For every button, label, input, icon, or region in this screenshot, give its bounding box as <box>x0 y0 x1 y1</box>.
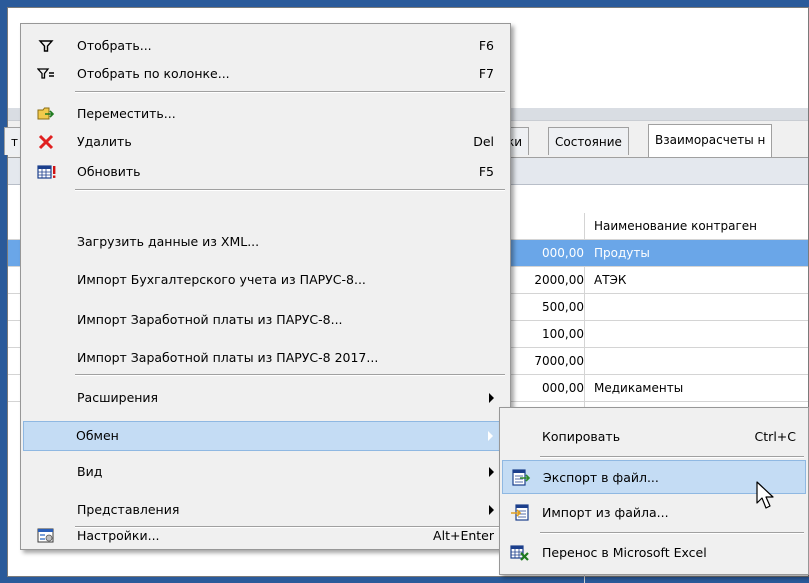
tab-state[interactable]: Состояние <box>548 127 629 155</box>
submenu-arrow-icon <box>489 467 494 477</box>
menu-separator <box>75 189 505 191</box>
submenu-item-label: Перенос в Microsoft Excel <box>542 545 707 560</box>
menu-item-delete[interactable]: Удалить Del <box>23 128 508 156</box>
menu-item-shortcut: F6 <box>478 38 494 53</box>
submenu-item-label: Экспорт в файл... <box>543 470 659 485</box>
menu-separator <box>75 91 505 93</box>
export-file-icon <box>511 469 531 487</box>
submenu-arrow-icon <box>489 505 494 515</box>
submenu-item-copy[interactable]: Копировать Ctrl+C <box>502 420 806 454</box>
submenu-arrow-icon <box>489 393 494 403</box>
tab-settlements[interactable]: Взаиморасчеты н <box>648 124 773 157</box>
delete-x-icon <box>37 133 55 151</box>
menu-item-label: Обновить <box>77 164 141 179</box>
import-file-icon <box>510 504 530 522</box>
mouse-cursor-icon <box>756 481 774 509</box>
menu-item-label: Представления <box>77 502 180 517</box>
menu-separator <box>75 374 505 376</box>
menu-item-move[interactable]: Переместить... <box>23 100 508 128</box>
menu-item-label: Расширения <box>77 390 159 405</box>
column-header-counterparty[interactable]: Наименование контраген <box>594 213 757 239</box>
cell-counterparty: Медикаменты <box>594 381 684 395</box>
menu-item-label: Вид <box>77 464 103 479</box>
menu-item-shortcut: Del <box>473 134 494 149</box>
menu-item-label: Загрузить данные из XML... <box>77 234 260 249</box>
menu-item-label: Настройки... <box>77 528 160 543</box>
menu-item-shortcut: F7 <box>478 66 494 81</box>
menu-item-exchange[interactable]: Обмен <box>23 421 508 451</box>
menu-item-label: Импорт Заработной платы из ПАРУС-8 2017.… <box>77 350 379 365</box>
menu-item-label: Переместить... <box>77 106 176 121</box>
filter-column-icon <box>36 65 55 83</box>
move-folder-icon <box>37 105 55 123</box>
submenu-arrow-icon <box>488 431 493 441</box>
menu-item-import-salary-2017[interactable]: Импорт Заработной платы из ПАРУС-8 2017.… <box>23 344 508 372</box>
menu-item-refresh[interactable]: Обновить F5 <box>23 158 508 186</box>
menu-item-label: Отобрать по колонке... <box>77 66 230 81</box>
menu-item-load-xml[interactable]: Загрузить данные из XML... <box>23 228 508 256</box>
context-menu: Отобрать... F6 Отобрать по колонке... F7… <box>20 23 511 550</box>
menu-item-settings[interactable]: Настройки... Alt+Enter <box>23 522 508 550</box>
menu-item-label: Импорт Заработной платы из ПАРУС-8... <box>77 312 343 327</box>
menu-item-label: Обмен <box>76 428 119 443</box>
menu-item-import-salary[interactable]: Импорт Заработной платы из ПАРУС-8... <box>23 306 508 334</box>
menu-item-label: Импорт Бухгалтерского учета из ПАРУС-8..… <box>77 272 366 287</box>
settings-icon <box>37 527 55 545</box>
submenu-item-label: Копировать <box>542 429 621 444</box>
menu-item-label: Отобрать... <box>77 38 152 53</box>
submenu-item-excel-transfer[interactable]: Перенос в Microsoft Excel <box>502 536 806 570</box>
excel-transfer-icon <box>510 544 530 562</box>
menu-separator <box>540 456 804 458</box>
menu-item-filter[interactable]: Отобрать... F6 <box>23 32 508 60</box>
menu-separator <box>540 532 804 534</box>
menu-item-extensions[interactable]: Расширения <box>23 384 508 412</box>
filter-icon <box>37 37 55 55</box>
refresh-table-icon <box>37 163 56 181</box>
menu-item-label: Удалить <box>77 134 132 149</box>
menu-item-filter-column[interactable]: Отобрать по колонке... F7 <box>23 60 508 88</box>
menu-item-shortcut: Alt+Enter <box>433 528 494 543</box>
cell-counterparty: АТЭК <box>594 273 627 287</box>
menu-item-presentations[interactable]: Представления <box>23 496 508 524</box>
menu-item-import-accounting[interactable]: Импорт Бухгалтерского учета из ПАРУС-8..… <box>23 266 508 294</box>
cell-counterparty: Продуты <box>594 246 650 260</box>
menu-item-shortcut: F5 <box>478 164 494 179</box>
submenu-item-shortcut: Ctrl+C <box>754 429 796 444</box>
submenu-item-label: Импорт из файла... <box>542 505 669 520</box>
menu-item-view[interactable]: Вид <box>23 458 508 486</box>
